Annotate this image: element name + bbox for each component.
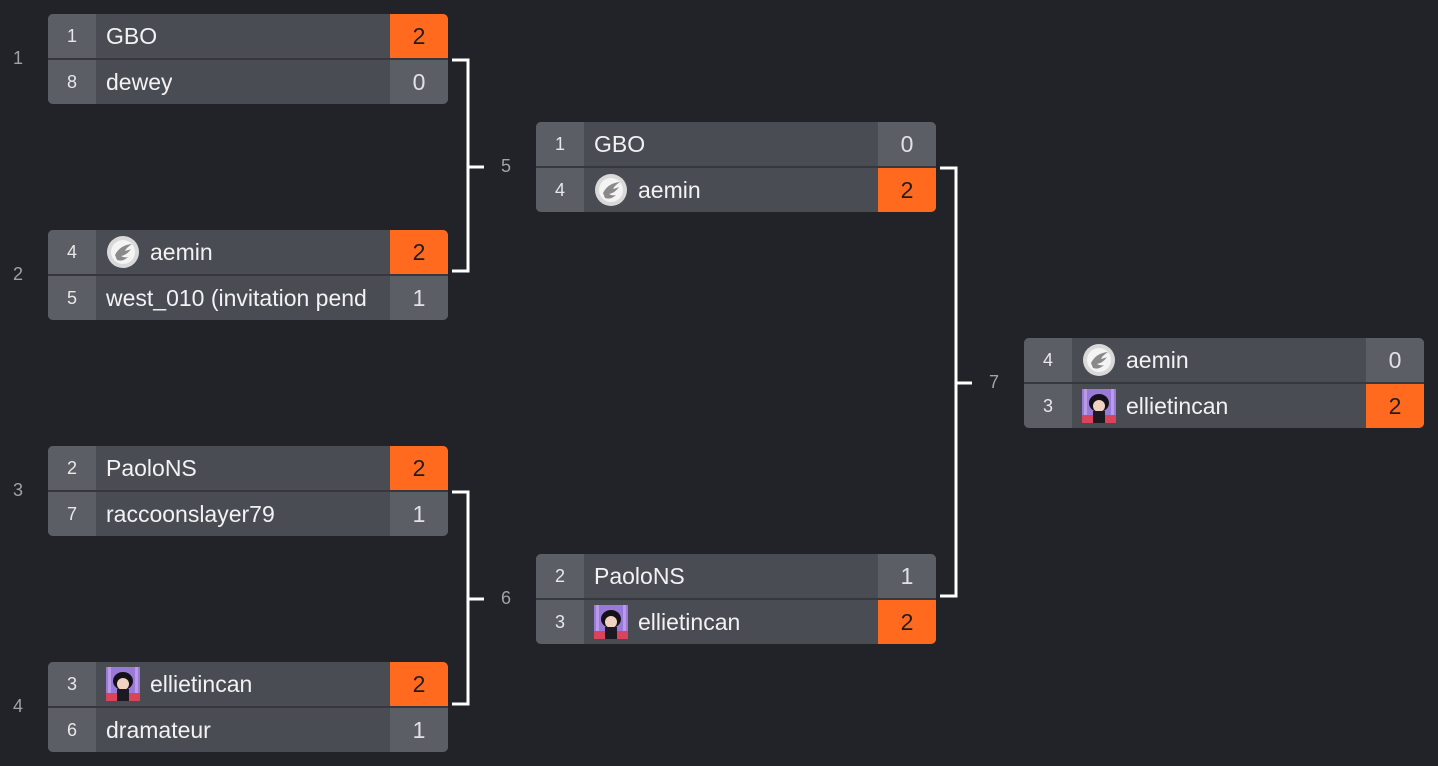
connector-5-6-to-7 xyxy=(940,166,958,598)
player-name: ellietincan xyxy=(1072,384,1366,428)
player-name: west_010 (invitation pend xyxy=(106,284,367,311)
player-row[interactable]: 3 ellietincan 2 xyxy=(48,662,448,706)
wing-logo-icon xyxy=(106,235,140,269)
match-card-6[interactable]: 2 PaoloNS 1 3 ellietincan 2 xyxy=(536,554,936,644)
player-score: 0 xyxy=(878,122,936,166)
player-name: ellietincan xyxy=(96,662,390,706)
player-score: 2 xyxy=(390,230,448,274)
player-seed: 8 xyxy=(48,60,96,104)
player-seed: 4 xyxy=(48,230,96,274)
player-score: 2 xyxy=(390,446,448,490)
match-card-1[interactable]: 1 GBO 2 8 dewey 0 xyxy=(48,14,448,104)
player-score: 2 xyxy=(878,168,936,212)
player-row[interactable]: 1 GBO 0 xyxy=(536,122,936,166)
player-row[interactable]: 2 PaoloNS 2 xyxy=(48,446,448,490)
match-number: 5 xyxy=(500,156,511,176)
player-name: PaoloNS xyxy=(106,454,197,481)
player-seed: 4 xyxy=(1024,338,1072,382)
player-name: raccoonslayer79 xyxy=(106,500,275,527)
match-number: 7 xyxy=(988,372,999,392)
player-name: aemin xyxy=(1072,338,1366,382)
player-seed: 1 xyxy=(536,122,584,166)
player-name: ellietincan xyxy=(584,600,878,644)
player-row[interactable]: 5 west_010 (invitation pend 1 xyxy=(48,274,448,320)
player-score: 2 xyxy=(390,14,448,58)
player-name: aemin xyxy=(584,168,878,212)
match-number: 3 xyxy=(12,480,23,500)
player-row[interactable]: 8 dewey 0 xyxy=(48,58,448,104)
player-name: dramateur xyxy=(106,716,211,743)
player-seed: 3 xyxy=(48,662,96,706)
character-avatar-icon xyxy=(1082,389,1116,423)
player-seed: 3 xyxy=(1024,384,1072,428)
wing-logo-icon xyxy=(594,173,628,207)
match-card-2[interactable]: 4 aemin 2 5 west_010 (invitation pend 1 xyxy=(48,230,448,320)
player-row[interactable]: 1 GBO 2 xyxy=(48,14,448,58)
player-seed: 7 xyxy=(48,492,96,536)
player-seed: 2 xyxy=(536,554,584,598)
player-score: 1 xyxy=(390,276,448,320)
player-row[interactable]: 3 ellietincan 2 xyxy=(1024,382,1424,428)
player-score: 1 xyxy=(878,554,936,598)
player-row[interactable]: 4 aemin 2 xyxy=(536,166,936,212)
player-row[interactable]: 2 PaoloNS 1 xyxy=(536,554,936,598)
player-name: dewey xyxy=(106,68,173,95)
match-number: 6 xyxy=(500,588,511,608)
character-avatar-icon xyxy=(594,605,628,639)
player-row[interactable]: 7 raccoonslayer79 1 xyxy=(48,490,448,536)
player-score: 0 xyxy=(1366,338,1424,382)
character-avatar-icon xyxy=(106,667,140,701)
player-row[interactable]: 4 aemin 2 xyxy=(48,230,448,274)
player-score: 0 xyxy=(390,60,448,104)
player-score: 1 xyxy=(390,708,448,752)
match-number: 4 xyxy=(12,696,23,716)
player-name: GBO xyxy=(594,130,646,157)
player-row[interactable]: 6 dramateur 1 xyxy=(48,706,448,752)
player-seed: 4 xyxy=(536,168,584,212)
player-row[interactable]: 4 aemin 0 xyxy=(1024,338,1424,382)
player-name: GBO xyxy=(106,22,158,49)
player-seed: 1 xyxy=(48,14,96,58)
player-name: aemin xyxy=(96,230,390,274)
player-seed: 5 xyxy=(48,276,96,320)
player-score: 2 xyxy=(878,600,936,644)
player-seed: 2 xyxy=(48,446,96,490)
match-card-4[interactable]: 3 ellietincan 2 6 dramateur 1 xyxy=(48,662,448,752)
player-name: PaoloNS xyxy=(594,562,685,589)
player-score: 2 xyxy=(390,662,448,706)
wing-logo-icon xyxy=(1082,343,1116,377)
player-score: 1 xyxy=(390,492,448,536)
match-card-3[interactable]: 2 PaoloNS 2 7 raccoonslayer79 1 xyxy=(48,446,448,536)
match-number: 1 xyxy=(12,48,23,68)
player-score: 2 xyxy=(1366,384,1424,428)
match-card-5[interactable]: 1 GBO 0 4 aemin 2 xyxy=(536,122,936,212)
match-card-7[interactable]: 4 aemin 0 3 ellietincan 2 xyxy=(1024,338,1424,428)
match-number: 2 xyxy=(12,264,23,284)
player-seed: 6 xyxy=(48,708,96,752)
connector-1-2-to-5 xyxy=(452,58,470,273)
player-seed: 3 xyxy=(536,600,584,644)
player-row[interactable]: 3 ellietincan 2 xyxy=(536,598,936,644)
connector-3-4-to-6 xyxy=(452,490,470,706)
